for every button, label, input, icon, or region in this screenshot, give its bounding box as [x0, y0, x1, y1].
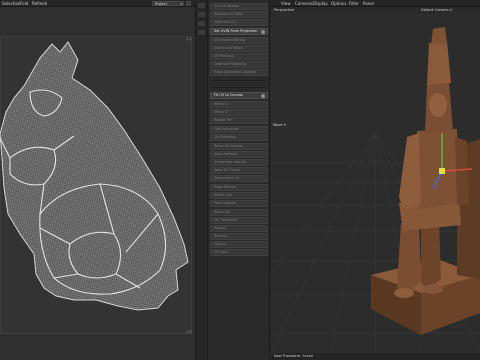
- command-button[interactable]: Optimize UV: [210, 19, 268, 26]
- uv-menu-fold[interactable]: Fold: [20, 1, 28, 6]
- command-separator: [212, 87, 266, 88]
- uv-command-panel: Cut UV Seams Relaxed UV Map Optimize UV Set…: [208, 0, 270, 360]
- rotate-tool-icon[interactable]: [198, 21, 205, 26]
- viewport-menu-filter[interactable]: Filter: [349, 1, 359, 6]
- command-button[interactable]: Relax UV Islands: [210, 143, 268, 150]
- command-button[interactable]: Cut UV Seams: [210, 3, 268, 10]
- viewport-status-text: New Transform: Scene: [274, 354, 314, 358]
- command-button[interactable]: Mirror U: [210, 101, 268, 108]
- uv-project-dropdown-value: Project: [155, 2, 167, 6]
- 3d-viewport[interactable]: View Cameras Display Options Filter Pane…: [271, 0, 480, 360]
- command-button[interactable]: Pack Islands: [210, 200, 268, 207]
- command-button[interactable]: Weld UV Points: [210, 167, 268, 174]
- command-button[interactable]: Mirror V: [210, 109, 268, 116]
- command-label: Fit UV to Canvas: [214, 93, 243, 97]
- command-label: Edge Alignment Options: [214, 70, 257, 74]
- command-button[interactable]: Project: [210, 225, 268, 232]
- command-separator: [212, 80, 266, 81]
- command-label: Relax UV Islands: [214, 144, 244, 148]
- uv-settings-icon[interactable]: [186, 1, 191, 6]
- command-button[interactable]: UV Stitching: [210, 134, 268, 141]
- viewport-perspective-label[interactable]: Perspective: [274, 8, 294, 12]
- viewport-camera-label[interactable]: Default Camera ⊙: [421, 8, 453, 12]
- command-label: UV Stitching: [214, 135, 236, 139]
- scale-tool-icon[interactable]: [198, 30, 205, 35]
- command-label: Project: [214, 226, 226, 230]
- command-button[interactable]: Stitch and Relax: [210, 45, 268, 52]
- command-button[interactable]: Flip Horizontal: [210, 126, 268, 133]
- uv-menu-refresh[interactable]: Refresh: [32, 1, 47, 6]
- command-button[interactable]: Edge Alignment Options: [210, 69, 268, 76]
- command-button[interactable]: Optimize Mapping: [210, 61, 268, 68]
- move-tool-icon[interactable]: [198, 12, 205, 17]
- uv-menubar: Selection Fold Refresh Project ▾: [0, 0, 196, 7]
- command-label: UV Seams Editing: [214, 38, 246, 42]
- select-tool-icon[interactable]: [198, 3, 205, 8]
- command-button[interactable]: Stitch UVs: [210, 192, 268, 199]
- viewport-menu-panel[interactable]: Panel: [363, 1, 374, 6]
- command-label: Stitch and Relax: [214, 46, 243, 50]
- uv-editor-panel: Selection Fold Refresh Project ▾ 1,1 1,0: [0, 0, 196, 360]
- command-label: Cut UV Seams: [214, 4, 239, 8]
- command-label: Straighten Islands: [214, 160, 246, 164]
- chevron-down-icon: ▾: [180, 2, 182, 6]
- command-button[interactable]: Straighten Islands: [210, 159, 268, 166]
- command-label: Set UVW From Projection: [214, 29, 258, 33]
- viewport-move-label[interactable]: Move ✛: [273, 123, 286, 127]
- command-button[interactable]: UV Transform: [210, 217, 268, 224]
- uv-menu-selection[interactable]: Selection: [2, 1, 20, 6]
- command-button[interactable]: Align Vertical: [210, 151, 268, 158]
- viewport-menu-display[interactable]: Display: [313, 1, 328, 6]
- viewport-menu-cameras[interactable]: Cameras: [295, 1, 313, 6]
- uv-island-mesh[interactable]: [0, 38, 192, 338]
- command-button[interactable]: Disconnect UV: [210, 175, 268, 182]
- command-button[interactable]: Terrace: [210, 233, 268, 240]
- command-label: Edge Seams: [214, 185, 236, 189]
- command-label: Disconnect UV: [214, 176, 240, 180]
- options-icon[interactable]: [261, 30, 265, 34]
- command-button[interactable]: Layout: [210, 241, 268, 248]
- command-label: Rotate 90°: [214, 118, 233, 122]
- command-button[interactable]: Set UVW From Projection: [210, 28, 268, 35]
- command-label: Weld UV Points: [214, 168, 241, 172]
- command-label: Mirror U: [214, 102, 228, 106]
- command-button[interactable]: Edge Seams: [210, 184, 268, 191]
- command-label: Terrace: [214, 234, 227, 238]
- command-label: Mirror V: [214, 110, 228, 114]
- command-button[interactable]: Relax UV: [210, 209, 268, 216]
- command-button[interactable]: Relaxed UV Map: [210, 11, 268, 18]
- command-button[interactable]: Rotate 90°: [210, 117, 268, 124]
- command-label: UV Sets: [214, 250, 228, 254]
- command-label: UV Transform: [214, 218, 238, 222]
- command-label: Optimize UV: [214, 20, 236, 24]
- command-button[interactable]: UV Sets: [210, 249, 268, 256]
- viewport-scene[interactable]: [271, 13, 480, 353]
- command-label: Relaxed UV Map: [214, 12, 243, 16]
- options-icon[interactable]: [261, 94, 265, 98]
- command-label: Layout: [214, 242, 226, 246]
- statue-model[interactable]: [371, 27, 480, 335]
- command-button[interactable]: UV Seams Editing: [210, 37, 268, 44]
- viewport-menu-view[interactable]: View: [281, 1, 291, 6]
- command-label: Optimize Mapping: [214, 62, 246, 66]
- tool-strip: [196, 0, 208, 360]
- viewport-menubar: View Cameras Display Options Filter Pane…: [271, 0, 480, 7]
- uv-project-dropdown[interactable]: Project ▾: [152, 1, 184, 6]
- command-label: Relax UV: [214, 210, 230, 214]
- command-label: Pack Islands: [214, 201, 236, 205]
- command-label: Align Vertical: [214, 152, 237, 156]
- command-label: UV Packing: [214, 54, 234, 58]
- command-label: Stitch UVs: [214, 193, 232, 197]
- viewport-menu-options[interactable]: Options: [331, 1, 346, 6]
- command-button[interactable]: Fit UV to Canvas: [210, 92, 268, 99]
- command-label: Flip Horizontal: [214, 127, 240, 131]
- command-button[interactable]: UV Packing: [210, 53, 268, 60]
